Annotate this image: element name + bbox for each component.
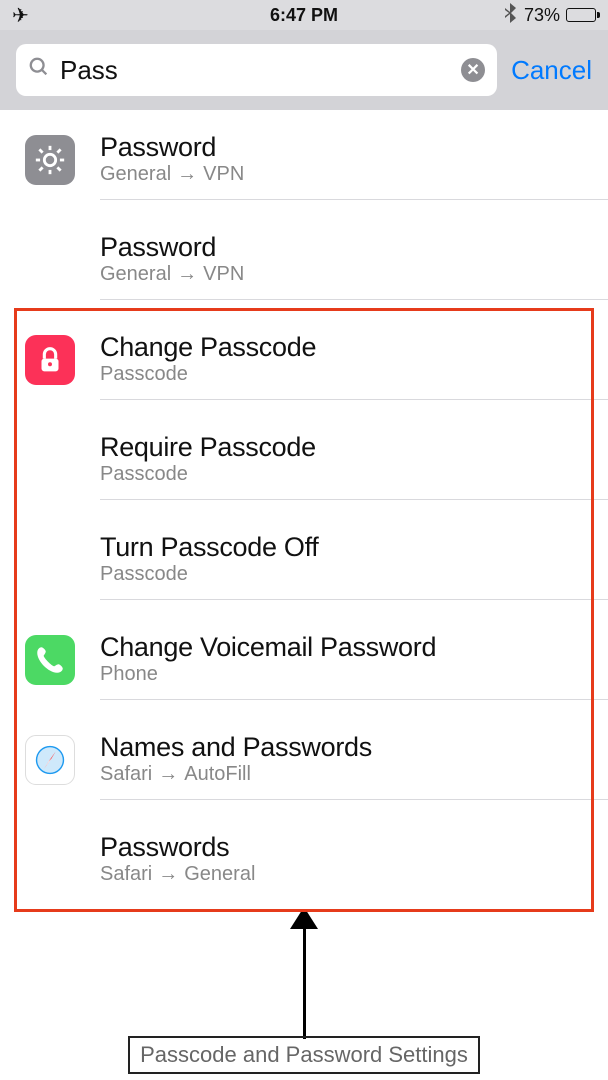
result-path-segment: VPN [203,263,244,286]
result-icon-slot [0,335,100,385]
result-title: Password [100,232,596,263]
phone-app-icon [25,635,75,685]
safari-app-icon [25,735,75,785]
result-path-segment: Passcode [100,363,188,386]
result-path-segment: General [100,263,171,286]
result-icon-slot [0,135,100,185]
result-title: Require Passcode [100,432,596,463]
chevron-right-icon: → [177,163,197,186]
airplane-mode-icon: ✈ [12,3,29,28]
chevron-right-icon: → [158,763,178,786]
result-path: Safari → AutoFill [100,763,596,786]
search-header: ✕ Cancel [0,30,608,110]
search-results: Password General → VPN Password General … [0,110,608,910]
result-path-segment: AutoFill [184,763,251,786]
result-path-segment: Phone [100,663,158,686]
chevron-right-icon: → [158,863,178,886]
search-input[interactable] [60,55,451,86]
result-path: General → VPN [100,263,596,286]
chevron-right-icon: → [177,263,197,286]
settings-app-icon [25,135,75,185]
result-path: General → VPN [100,163,596,186]
result-path: Safari → General [100,863,596,886]
passcode-app-icon [25,335,75,385]
search-field[interactable]: ✕ [16,44,497,96]
result-path-segment: VPN [203,163,244,186]
search-result-row[interactable]: Turn Passcode Off Passcode [0,510,608,610]
search-result-row[interactable]: Change Voicemail Password Phone [0,610,608,710]
search-result-row[interactable]: Password General → VPN [0,110,608,210]
result-title: Change Voicemail Password [100,632,596,663]
result-path-segment: Passcode [100,463,188,486]
result-path: Passcode [100,563,596,586]
battery-icon [566,8,596,22]
result-icon-slot [0,635,100,685]
status-bar: ✈ 6:47 PM 73% [0,0,608,30]
result-title: Names and Passwords [100,732,596,763]
search-result-row[interactable]: Passwords Safari → General [0,810,608,910]
result-icon-slot [0,735,100,785]
battery-percent: 73% [524,5,560,26]
result-path-segment: Passcode [100,563,188,586]
search-result-row[interactable]: Password General → VPN [0,210,608,310]
result-path-segment: Safari [100,863,152,886]
clear-search-button[interactable]: ✕ [461,58,485,82]
bluetooth-icon [504,3,518,28]
annotation-arrow [0,907,608,1039]
result-path: Passcode [100,463,596,486]
annotation-caption: Passcode and Password Settings [128,1036,480,1074]
result-path: Passcode [100,363,596,386]
search-result-row[interactable]: Names and Passwords Safari → AutoFill [0,710,608,810]
search-icon [28,56,50,84]
result-path-segment: General [184,863,255,886]
result-title: Passwords [100,832,596,863]
result-title: Password [100,132,596,163]
result-title: Turn Passcode Off [100,532,596,563]
search-result-row[interactable]: Require Passcode Passcode [0,410,608,510]
result-path: Phone [100,663,596,686]
search-result-row[interactable]: Change Passcode Passcode [0,310,608,410]
status-time: 6:47 PM [270,5,338,26]
cancel-button[interactable]: Cancel [511,55,592,86]
result-title: Change Passcode [100,332,596,363]
result-path-segment: General [100,163,171,186]
result-path-segment: Safari [100,763,152,786]
